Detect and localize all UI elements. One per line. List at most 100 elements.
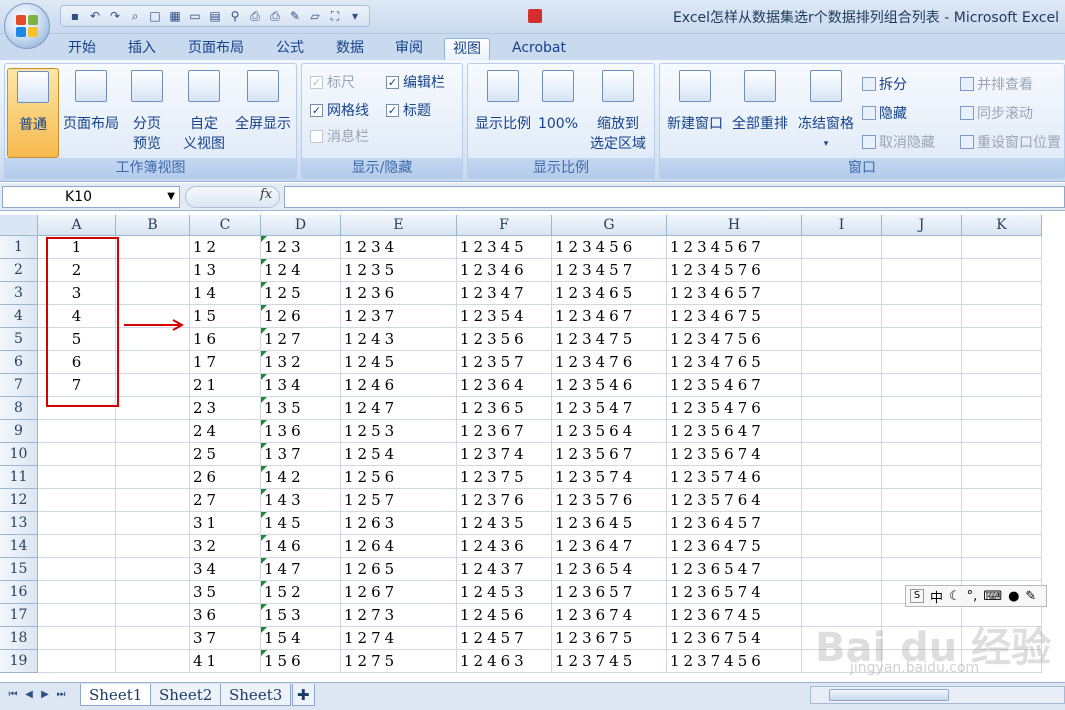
tab-page-layout[interactable]: 页面布局: [180, 38, 252, 60]
cell-f4[interactable]: 12354: [457, 305, 552, 328]
cell-b2[interactable]: [116, 259, 190, 282]
cell-f11[interactable]: 12375: [457, 466, 552, 489]
cell-j7[interactable]: [882, 374, 962, 397]
cell-i1[interactable]: [802, 236, 882, 259]
tab-insert[interactable]: 插入: [120, 38, 164, 60]
cell-a14[interactable]: [38, 535, 116, 558]
cell-d11[interactable]: 142: [261, 466, 341, 489]
cell-j5[interactable]: [882, 328, 962, 351]
cell-a18[interactable]: [38, 627, 116, 650]
column-header-h[interactable]: H: [667, 215, 802, 236]
cell-k2[interactable]: [962, 259, 1042, 282]
view-side-by-side-button[interactable]: 并排查看: [960, 74, 1033, 94]
cell-e5[interactable]: 1243: [341, 328, 457, 351]
cell-i18[interactable]: [802, 627, 882, 650]
cell-c3[interactable]: 14: [190, 282, 261, 305]
cell-k6[interactable]: [962, 351, 1042, 374]
comment-icon[interactable]: ▭: [187, 8, 203, 24]
cell-e17[interactable]: 1273: [341, 604, 457, 627]
edit-icon[interactable]: ✎: [287, 8, 303, 24]
cell-b18[interactable]: [116, 627, 190, 650]
first-sheet-icon[interactable]: ⏮: [6, 687, 20, 703]
cell-i12[interactable]: [802, 489, 882, 512]
cell-d5[interactable]: 127: [261, 328, 341, 351]
column-header-c[interactable]: C: [190, 215, 261, 236]
column-header-e[interactable]: E: [341, 215, 457, 236]
cell-h15[interactable]: 1236547: [667, 558, 802, 581]
cell-g12[interactable]: 123576: [552, 489, 667, 512]
row-header-7[interactable]: 7: [0, 374, 38, 397]
insert-sheet-icon[interactable]: ✚: [292, 684, 315, 706]
row-header-19[interactable]: 19: [0, 650, 38, 673]
cell-h13[interactable]: 1236457: [667, 512, 802, 535]
cell-i17[interactable]: [802, 604, 882, 627]
cell-c17[interactable]: 36: [190, 604, 261, 627]
cell-c4[interactable]: 15: [190, 305, 261, 328]
cell-h3[interactable]: 1234657: [667, 282, 802, 305]
cell-a19[interactable]: [38, 650, 116, 673]
cell-f14[interactable]: 12436: [457, 535, 552, 558]
cell-k14[interactable]: [962, 535, 1042, 558]
cell-f2[interactable]: 12346: [457, 259, 552, 282]
cell-b14[interactable]: [116, 535, 190, 558]
cell-i15[interactable]: [802, 558, 882, 581]
cell-g18[interactable]: 123675: [552, 627, 667, 650]
cell-g13[interactable]: 123645: [552, 512, 667, 535]
name-box-dropdown-icon[interactable]: ▼: [167, 187, 175, 207]
cell-f6[interactable]: 12357: [457, 351, 552, 374]
cell-d15[interactable]: 147: [261, 558, 341, 581]
cell-h2[interactable]: 1234576: [667, 259, 802, 282]
cell-b10[interactable]: [116, 443, 190, 466]
cell-g3[interactable]: 123465: [552, 282, 667, 305]
new-window-button[interactable]: 新建窗口: [662, 68, 728, 134]
tab-review[interactable]: 审阅: [387, 38, 431, 60]
cell-i9[interactable]: [802, 420, 882, 443]
cell-h12[interactable]: 1235764: [667, 489, 802, 512]
find-icon[interactable]: ⚲: [227, 8, 243, 24]
cell-d6[interactable]: 132: [261, 351, 341, 374]
normal-view-button[interactable]: 普通: [7, 68, 59, 158]
cell-f16[interactable]: 12453: [457, 581, 552, 604]
cell-k18[interactable]: [962, 627, 1042, 650]
cell-c16[interactable]: 35: [190, 581, 261, 604]
cell-g9[interactable]: 123564: [552, 420, 667, 443]
cell-g7[interactable]: 123546: [552, 374, 667, 397]
hide-button[interactable]: 隐藏: [862, 103, 907, 123]
column-header-g[interactable]: G: [552, 215, 667, 236]
new-icon[interactable]: □: [147, 8, 163, 24]
row-header-16[interactable]: 16: [0, 581, 38, 604]
row-header-15[interactable]: 15: [0, 558, 38, 581]
cell-f5[interactable]: 12356: [457, 328, 552, 351]
undo-icon[interactable]: ↶: [87, 8, 103, 24]
cell-e9[interactable]: 1253: [341, 420, 457, 443]
cell-i16[interactable]: [802, 581, 882, 604]
cell-g17[interactable]: 123674: [552, 604, 667, 627]
column-header-f[interactable]: F: [457, 215, 552, 236]
cell-e7[interactable]: 1246: [341, 374, 457, 397]
cell-e19[interactable]: 1275: [341, 650, 457, 673]
cell-e18[interactable]: 1274: [341, 627, 457, 650]
row-header-18[interactable]: 18: [0, 627, 38, 650]
office-button[interactable]: [4, 3, 50, 49]
cell-h6[interactable]: 1234765: [667, 351, 802, 374]
gridlines-checkbox[interactable]: ✓ 网格线: [310, 100, 369, 120]
freeze-panes-button[interactable]: 冻结窗格 ▾: [794, 68, 858, 154]
row-header-17[interactable]: 17: [0, 604, 38, 627]
cell-h5[interactable]: 1234756: [667, 328, 802, 351]
column-header-i[interactable]: I: [802, 215, 882, 236]
cell-j10[interactable]: [882, 443, 962, 466]
scrollbar-thumb[interactable]: [829, 689, 949, 701]
cell-b13[interactable]: [116, 512, 190, 535]
cell-h19[interactable]: 1237456: [667, 650, 802, 673]
insert-function-icon[interactable]: fx: [260, 187, 272, 202]
cell-k10[interactable]: [962, 443, 1042, 466]
cell-e10[interactable]: 1254: [341, 443, 457, 466]
cell-j15[interactable]: [882, 558, 962, 581]
cell-d4[interactable]: 126: [261, 305, 341, 328]
save-icon[interactable]: ▪: [67, 8, 83, 24]
cell-h16[interactable]: 1236574: [667, 581, 802, 604]
cell-i14[interactable]: [802, 535, 882, 558]
cell-a3[interactable]: 3: [38, 282, 116, 305]
cell-b6[interactable]: [116, 351, 190, 374]
cell-g6[interactable]: 123476: [552, 351, 667, 374]
